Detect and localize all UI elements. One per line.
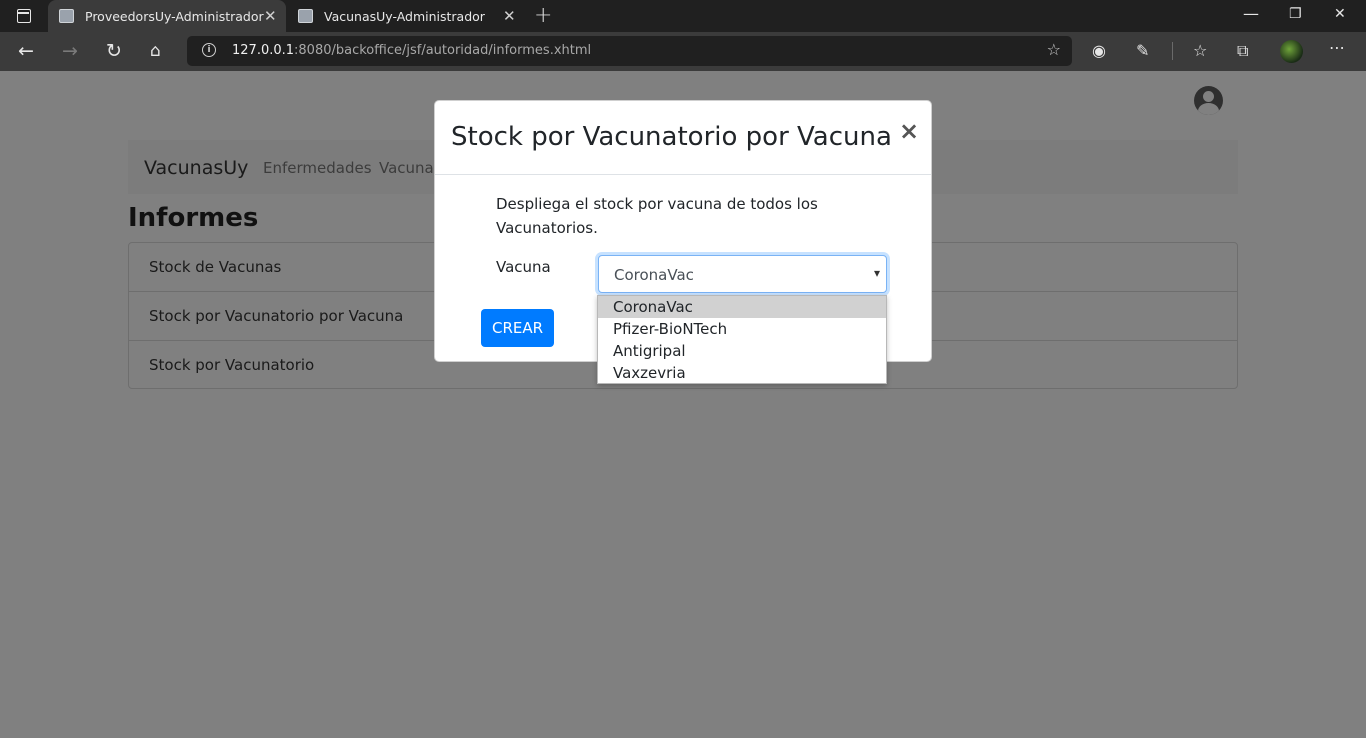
restore-icon[interactable]: ❐ <box>1289 6 1302 22</box>
crear-button[interactable]: CREAR <box>481 309 554 347</box>
tab-actions-icon <box>17 9 31 23</box>
vacuna-label: Vacuna <box>496 258 551 276</box>
dropdown-option[interactable]: Vaxzevria <box>598 362 886 384</box>
new-tab-icon[interactable]: + <box>534 3 552 28</box>
user-account-icon[interactable] <box>1194 86 1223 115</box>
vacuna-select[interactable]: CoronaVac ▾ <box>598 255 887 293</box>
toolbar-divider <box>1172 42 1173 60</box>
navbar-brand[interactable]: VacunasUy <box>144 157 248 179</box>
browser-toolbar: ← → ↻ ⌂ i 127.0.0.1:8080/backoffice/jsf/… <box>0 32 1366 71</box>
collections-icon[interactable]: ⧉ <box>1237 41 1248 61</box>
reload-icon[interactable]: ↻ <box>106 40 122 62</box>
favorites-icon[interactable]: ☆ <box>1193 41 1207 60</box>
browser-tab-vacunas[interactable]: VacunasUy-Administrador ✕ <box>287 0 527 32</box>
page-favicon-icon <box>298 9 313 23</box>
home-icon[interactable]: ⌂ <box>150 41 161 61</box>
tab-title: ProveedorsUy-Administrador <box>85 9 264 24</box>
nav-link-vacunas[interactable]: Vacunas <box>379 159 442 177</box>
extension-icon[interactable]: ◉ <box>1092 41 1106 60</box>
more-options-icon[interactable]: ⋯ <box>1329 38 1345 57</box>
close-tab-icon[interactable]: ✕ <box>264 7 277 25</box>
browser-tab-proveedors[interactable]: ProveedorsUy-Administrador ✕ <box>48 0 286 32</box>
url-text: 127.0.0.1:8080/backoffice/jsf/autoridad/… <box>232 43 592 58</box>
nav-link-enfermedades[interactable]: Enfermedades <box>263 159 372 177</box>
vacuna-select-value: CoronaVac <box>614 266 694 284</box>
modal-title: Stock por Vacunatorio por Vacuna <box>451 122 892 152</box>
browser-tab-bar: ProveedorsUy-Administrador ✕ VacunasUy-A… <box>0 0 1366 32</box>
address-bar[interactable]: i 127.0.0.1:8080/backoffice/jsf/autorida… <box>187 36 1072 66</box>
tab-actions-button[interactable] <box>0 0 48 32</box>
forward-arrow-icon[interactable]: → <box>62 40 78 62</box>
back-arrow-icon[interactable]: ← <box>18 40 34 62</box>
dropdown-option[interactable]: Antigripal <box>598 340 886 362</box>
chevron-down-icon: ▾ <box>873 266 880 280</box>
profile-avatar[interactable] <box>1280 40 1303 63</box>
add-favorite-icon[interactable]: ☆ <box>1047 40 1061 59</box>
modal-header: Stock por Vacunatorio por Vacuna × <box>435 101 931 175</box>
dropdown-option[interactable]: CoronaVac <box>598 296 886 318</box>
page-favicon-icon <box>59 9 74 23</box>
minimize-icon[interactable]: — <box>1243 4 1259 23</box>
vacuna-dropdown-list: CoronaVac Pfizer-BioNTech Antigripal Vax… <box>597 295 887 384</box>
modal-description: Despliega el stock por vacuna de todos l… <box>496 195 818 237</box>
close-tab-icon[interactable]: ✕ <box>503 7 516 25</box>
close-icon[interactable]: × <box>899 117 919 145</box>
close-window-icon[interactable]: ✕ <box>1334 6 1346 22</box>
page-title: Informes <box>128 203 259 233</box>
site-info-icon[interactable]: i <box>202 43 216 57</box>
tab-title: VacunasUy-Administrador <box>324 9 485 24</box>
dropdown-option[interactable]: Pfizer-BioNTech <box>598 318 886 340</box>
browser-essentials-icon[interactable]: ✎ <box>1136 41 1149 60</box>
